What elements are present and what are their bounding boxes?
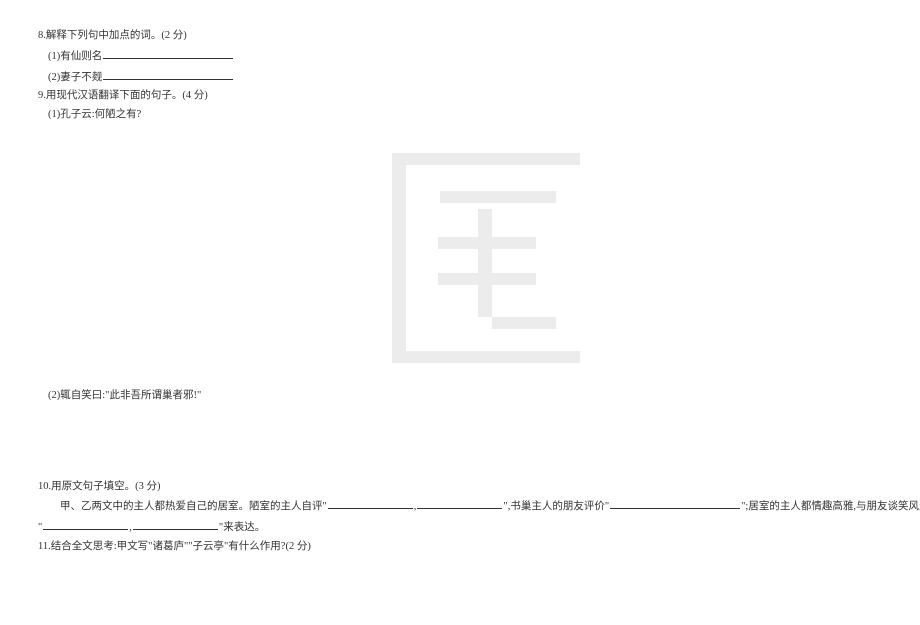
q8-item1-blank[interactable] xyxy=(103,47,233,59)
q10-l2-close: "来表达。 xyxy=(219,522,265,533)
q8-prompt: 8.解释下列句中加点的词。(2 分) xyxy=(38,28,882,44)
q8-item2-text: (2)妻子不觌 xyxy=(48,72,102,83)
q10-comma1: , xyxy=(414,501,417,512)
q9-item1: (1)孔子云:何陋之有? xyxy=(38,107,882,123)
q11-prompt: 11.结合全文思考:甲文写"诸葛庐""子云亭"有什么作用?(2 分) xyxy=(38,539,882,555)
q10-blank5[interactable] xyxy=(133,518,218,530)
q8-item1: (1)有仙则名 xyxy=(38,47,882,65)
q10-l2-comma: , xyxy=(129,522,132,533)
q10-blank3[interactable] xyxy=(610,497,740,509)
q10-text1: 甲、乙两文中的主人都热爱自己的居室。陋室的主人自评" xyxy=(60,501,327,512)
q9-prompt: 9.用现代汉语翻译下面的句子。(4 分) xyxy=(38,88,882,104)
q10-text2: ",书巢主人的朋友评价" xyxy=(503,501,609,512)
q10-text3: ";居室的主人都情趣高雅,与朋友谈笑风生,这个意思可以用甲文中的 xyxy=(741,501,920,512)
q10-blank2[interactable] xyxy=(417,497,502,509)
q8-item2: (2)妻子不觌 xyxy=(38,68,882,86)
q10-blank1[interactable] xyxy=(328,497,413,509)
q10-blank4[interactable] xyxy=(43,518,128,530)
q9-item2: (2)辄自笑曰:"此非吾所谓巢者邪!" xyxy=(38,388,882,404)
q8-item2-blank[interactable] xyxy=(103,68,233,80)
q10-body: 甲、乙两文中的主人都热爱自己的居室。陋室的主人自评",",书巢主人的朋友评价""… xyxy=(38,497,882,515)
q10-line2: ", "来表达。 xyxy=(38,518,882,536)
q10-prompt: 10.用原文句子填空。(3 分) xyxy=(38,479,882,495)
q8-item1-text: (1)有仙则名 xyxy=(48,51,102,62)
q10-l2-open: " xyxy=(38,522,42,533)
